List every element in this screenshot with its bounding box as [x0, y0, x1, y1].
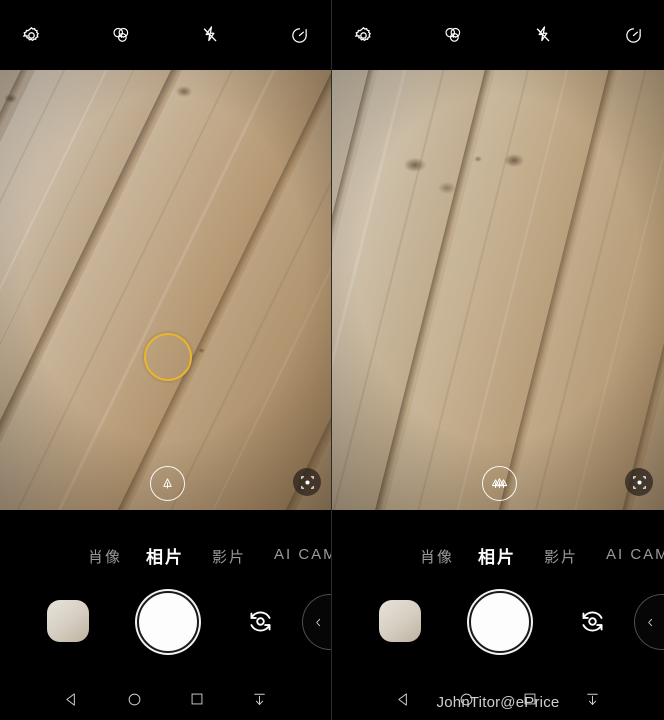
- mode-tab-portrait[interactable]: 肖像: [88, 546, 122, 567]
- camera-viewfinder-wide-angle[interactable]: [332, 70, 664, 510]
- focus-ring: [144, 333, 192, 381]
- triple-mountain-icon[interactable]: [482, 466, 517, 501]
- nav-recents-icon[interactable]: [180, 682, 214, 716]
- switch-camera-icon[interactable]: [241, 602, 279, 640]
- camera-top-toolbar: [332, 0, 664, 70]
- settings-icon[interactable]: [14, 18, 48, 52]
- mode-tab-photo[interactable]: 相片: [478, 543, 516, 568]
- nav-back-icon[interactable]: [387, 682, 421, 716]
- camera-mode-tabs[interactable]: 肖像 相片 影片 AI CAM: [0, 510, 331, 582]
- settings-icon[interactable]: [346, 18, 380, 52]
- camera-screen-wide-angle: 肖像 相片 影片 AI CAM JohnTitor@ePrice: [332, 0, 664, 720]
- camera-top-toolbar: [0, 0, 331, 70]
- nav-hide-icon[interactable]: [243, 682, 277, 716]
- color-filter-icon[interactable]: [436, 18, 470, 52]
- shutter-button[interactable]: [469, 591, 531, 653]
- color-filter-icon[interactable]: [104, 18, 138, 52]
- camera-viewfinder-standard[interactable]: [0, 70, 331, 510]
- flash-off-icon[interactable]: [526, 18, 560, 52]
- single-mountain-icon[interactable]: [150, 466, 185, 501]
- mode-tab-portrait[interactable]: 肖像: [420, 546, 454, 567]
- mode-tab-ai-cam[interactable]: AI CAM: [274, 546, 331, 563]
- comparison-screenshot: 肖像 相片 影片 AI CAM: [0, 0, 664, 720]
- nav-back-icon[interactable]: [54, 682, 88, 716]
- watermark: JohnTitor@ePrice: [436, 694, 560, 711]
- camera-screen-standard: 肖像 相片 影片 AI CAM: [0, 0, 332, 720]
- shutter-button[interactable]: [137, 591, 199, 653]
- ai-scene-detect-icon[interactable]: [625, 468, 653, 496]
- expand-panel-chevron[interactable]: [634, 594, 664, 650]
- timer-icon[interactable]: [283, 18, 317, 52]
- timer-icon[interactable]: [616, 18, 650, 52]
- mode-tab-ai-cam[interactable]: AI CAM: [606, 546, 664, 563]
- switch-camera-icon[interactable]: [573, 602, 611, 640]
- gallery-thumbnail[interactable]: [379, 600, 421, 642]
- camera-controls: [332, 582, 664, 678]
- mode-tab-photo[interactable]: 相片: [146, 543, 184, 568]
- mode-tab-video[interactable]: 影片: [212, 546, 246, 567]
- nav-hide-icon[interactable]: [576, 682, 610, 716]
- android-navigation-bar: [0, 678, 331, 720]
- expand-panel-chevron[interactable]: [302, 594, 331, 650]
- nav-home-icon[interactable]: [117, 682, 151, 716]
- flash-off-icon[interactable]: [193, 18, 227, 52]
- camera-mode-tabs[interactable]: 肖像 相片 影片 AI CAM: [332, 510, 664, 582]
- camera-controls: [0, 582, 331, 678]
- ai-scene-detect-icon[interactable]: [293, 468, 321, 496]
- mode-tab-video[interactable]: 影片: [544, 546, 578, 567]
- gallery-thumbnail[interactable]: [47, 600, 89, 642]
